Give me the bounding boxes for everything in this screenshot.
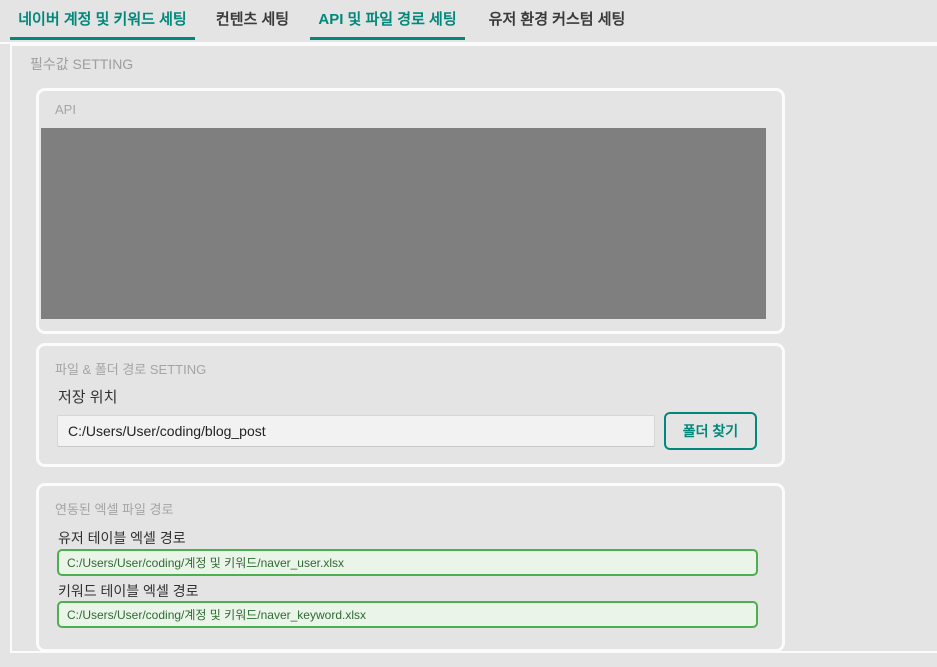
tab-naver-account-keyword-settings[interactable]: 네이버 계정 및 키워드 세팅 xyxy=(10,6,195,40)
save-location-input[interactable] xyxy=(57,415,655,447)
save-location-label: 저장 위치 xyxy=(58,386,117,407)
tab-api-file-path-settings[interactable]: API 및 파일 경로 세팅 xyxy=(310,6,465,40)
user-table-excel-path-input[interactable] xyxy=(57,549,758,576)
tab-bar: 네이버 계정 및 키워드 세팅 컨텐츠 세팅 API 및 파일 경로 세팅 유저… xyxy=(0,0,937,42)
tab-user-env-custom-settings[interactable]: 유저 환경 커스텀 세팅 xyxy=(477,6,637,40)
file-folder-path-group-title: 파일 & 폴더 경로 SETTING xyxy=(55,359,206,378)
keyword-table-excel-path-label: 키워드 테이블 엑셀 경로 xyxy=(58,581,198,601)
api-masked-area xyxy=(41,128,766,319)
linked-excel-path-group-title: 연동된 엑셀 파일 경로 xyxy=(55,499,173,518)
tab-content-settings[interactable]: 컨텐츠 세팅 xyxy=(205,6,300,40)
api-group-title: API xyxy=(55,102,76,117)
required-settings-title: 필수값 SETTING xyxy=(30,54,133,74)
folder-browse-button[interactable]: 폴더 찾기 xyxy=(664,412,757,450)
keyword-table-excel-path-input[interactable] xyxy=(57,601,758,628)
user-table-excel-path-label: 유저 테이블 엑셀 경로 xyxy=(58,528,186,548)
